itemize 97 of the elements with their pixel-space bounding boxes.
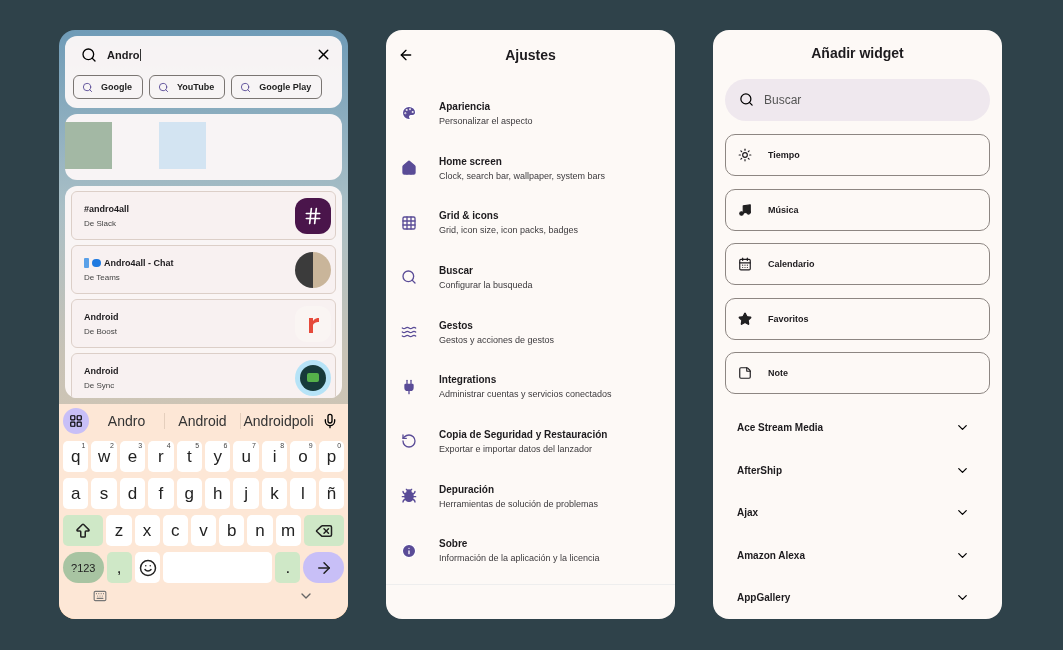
backspace-key[interactable] — [303, 515, 345, 546]
result-item[interactable]: Android De Boost — [71, 299, 336, 348]
letter-key[interactable]: ñ — [318, 478, 345, 509]
restore-icon — [401, 433, 417, 450]
smiley-icon — [138, 558, 157, 577]
shift-arrow-icon — [74, 521, 93, 540]
result-item[interactable]: Andro4all - Chat De Teams — [71, 245, 336, 294]
phone-icon — [84, 257, 89, 268]
speech-bubble-icon — [92, 258, 101, 267]
result-source: De Slack — [84, 218, 117, 228]
hash-app-icon — [295, 197, 331, 234]
search-icon — [158, 81, 169, 93]
letter-key[interactable]: c — [162, 515, 188, 546]
search-query[interactable]: Andro — [107, 48, 142, 61]
word-suggestion[interactable]: Androidpoli — [240, 413, 316, 429]
punctuation-key[interactable]: . — [275, 552, 301, 583]
grid-icon — [69, 414, 83, 428]
letter-key[interactable]: b — [219, 515, 245, 546]
group-photo-icon — [295, 251, 331, 288]
settings-item[interactable]: Buscar Configurar la busqueda — [386, 250, 675, 305]
word-suggestion[interactable]: Android — [164, 413, 240, 429]
letter-key[interactable]: m — [275, 515, 301, 546]
search-field[interactable]: Buscar — [725, 79, 990, 121]
search-chip[interactable]: Google Play — [231, 75, 323, 99]
symbols-key[interactable]: ?123 — [63, 552, 104, 583]
widget-option[interactable]: Note — [725, 352, 990, 394]
enter-key[interactable] — [303, 552, 344, 583]
letter-key[interactable]: z — [106, 515, 132, 546]
search-chip[interactable]: YouTube — [149, 75, 226, 99]
search-icon — [81, 46, 97, 63]
letter-key[interactable]: d — [119, 478, 146, 509]
settings-item[interactable]: Grid & icons Grid, icon size, icon packs, badges — [386, 195, 675, 251]
settings-item[interactable]: Gestos Gestos y acciones de gestos — [386, 304, 675, 360]
microphone-icon[interactable] — [322, 413, 338, 429]
letter-key[interactable]: g — [176, 478, 203, 509]
apps-grid-button[interactable] — [63, 408, 89, 434]
search-chip[interactable]: Google — [73, 75, 143, 99]
letter-key[interactable]: k — [261, 478, 288, 509]
bug-icon — [401, 488, 417, 505]
settings-item[interactable]: Apariencia Personalizar el aspecto — [386, 86, 675, 141]
palette-icon — [401, 105, 417, 122]
app-section[interactable]: Amazon Alexa — [725, 534, 990, 577]
widget-option[interactable]: Tiempo — [725, 134, 990, 176]
result-source: De Boost — [84, 326, 118, 336]
settings-item[interactable]: Sobre Información de la aplicación y la licencia — [386, 523, 675, 579]
screen-title: Añadir widget — [811, 44, 904, 61]
sun-icon — [738, 148, 752, 162]
result-source: De Teams — [84, 272, 121, 282]
letter-key[interactable]: v — [190, 515, 217, 546]
info-icon — [401, 542, 417, 559]
grid-icon — [401, 214, 417, 231]
word-suggestion[interactable]: Andro — [89, 413, 164, 429]
letter-key[interactable]: j — [233, 478, 259, 509]
app-section[interactable]: Ace Stream Media — [725, 406, 990, 449]
music-note-icon — [738, 202, 752, 217]
letter-key[interactable]: x — [134, 515, 160, 546]
app-tile[interactable] — [65, 122, 112, 169]
widget-option[interactable]: Favoritos — [725, 297, 990, 340]
shift-key[interactable] — [63, 515, 104, 546]
star-icon — [738, 311, 752, 326]
plug-icon — [401, 378, 417, 395]
search-icon — [401, 269, 417, 286]
app-section[interactable]: AfterShip — [725, 449, 990, 492]
result-title: Android — [84, 311, 120, 322]
screen-title: Ajustes — [505, 47, 556, 63]
punctuation-key[interactable]: , — [106, 552, 132, 583]
result-source: De Sync — [84, 380, 116, 390]
settings-item[interactable]: Copia de Seguridad y Restauración Exportar e importar datos del lanzador — [386, 414, 675, 469]
emoji-key[interactable] — [134, 552, 161, 583]
result-item[interactable]: Android De Sync — [71, 353, 336, 398]
widget-option[interactable]: Música — [725, 188, 990, 231]
home-icon — [401, 160, 417, 177]
keyboard-icon[interactable] — [93, 589, 107, 603]
search-icon — [82, 81, 93, 93]
letter-key[interactable]: s — [91, 478, 117, 509]
letter-key[interactable]: l — [290, 478, 316, 509]
robot-app-icon — [295, 359, 331, 396]
letter-r-app-icon — [295, 305, 331, 342]
back-button[interactable] — [398, 47, 414, 63]
search-icon — [240, 81, 252, 93]
result-title: Android — [84, 365, 120, 376]
letter-key[interactable]: f — [148, 478, 174, 509]
result-item[interactable]: #andro4all De Slack — [71, 191, 336, 240]
app-section[interactable]: AppGallery — [725, 576, 990, 619]
settings-item[interactable]: Home screen Clock, search bar, wallpaper, system bars — [386, 140, 675, 196]
settings-item[interactable]: Integrations Administrar cuentas y servicios conectados — [386, 359, 675, 415]
letter-key[interactable]: h — [205, 478, 231, 509]
calendar-icon — [738, 257, 752, 271]
letter-key[interactable]: a — [63, 478, 89, 509]
result-title: #andro4all — [84, 203, 131, 214]
app-tile[interactable] — [159, 122, 206, 169]
letter-key[interactable]: n — [247, 515, 273, 546]
result-title: Andro4all - Chat — [84, 257, 295, 268]
widget-option[interactable]: Calendario — [725, 243, 990, 285]
note-icon — [738, 366, 752, 380]
settings-item[interactable]: Depuración Herramientas de solución de problemas — [386, 468, 675, 524]
app-section[interactable]: Ajax — [725, 491, 990, 534]
